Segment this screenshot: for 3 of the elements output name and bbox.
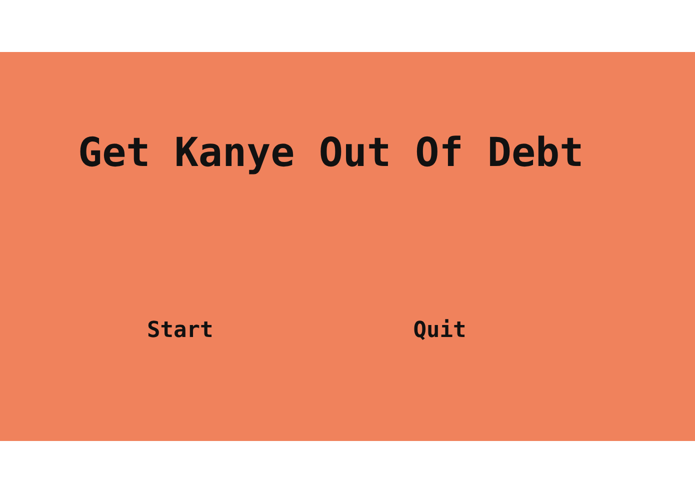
menu-button[interactable]: Start [145,318,216,344]
menu-button[interactable]: Quit [411,318,468,344]
game-title: Get Kanye Out Of Debt [78,130,584,176]
